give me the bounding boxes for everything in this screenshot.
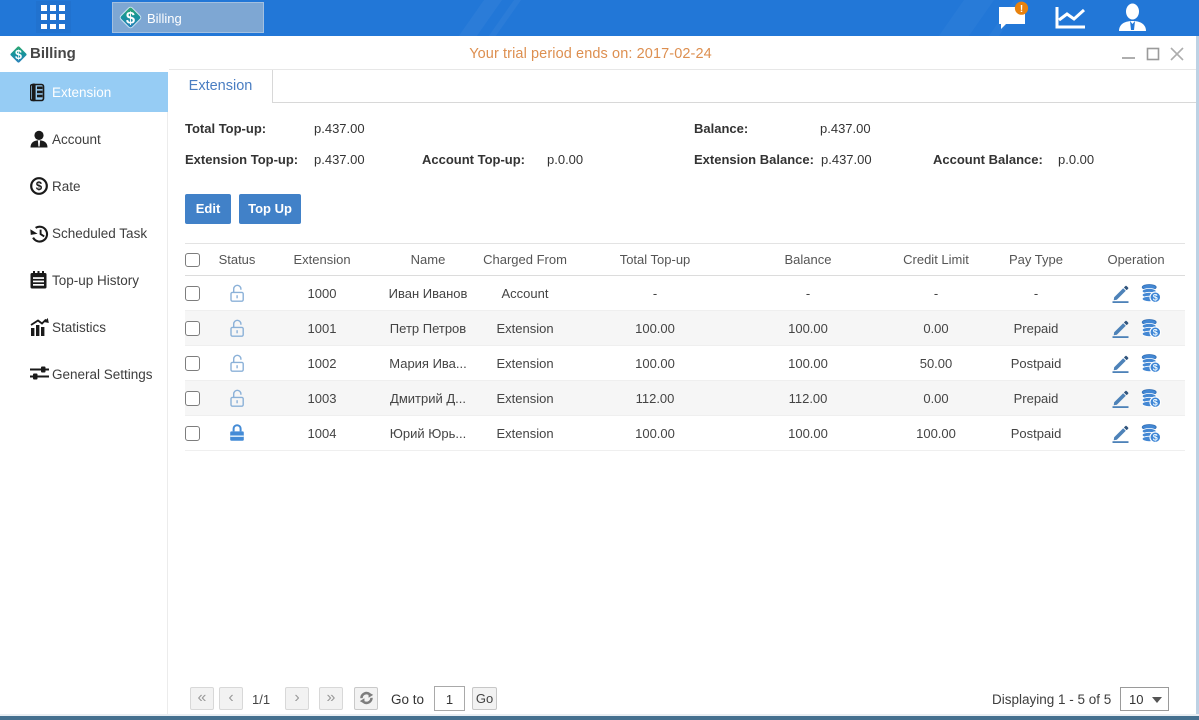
svg-text:!: ! bbox=[1020, 4, 1023, 15]
svg-text:$: $ bbox=[1153, 292, 1158, 302]
svg-text:$: $ bbox=[1153, 362, 1158, 372]
svg-text:$: $ bbox=[1153, 327, 1158, 337]
svg-text:$: $ bbox=[1153, 432, 1158, 442]
svg-text:$: $ bbox=[36, 181, 43, 193]
svg-text:$: $ bbox=[126, 10, 135, 28]
svg-text:$: $ bbox=[1153, 397, 1158, 407]
